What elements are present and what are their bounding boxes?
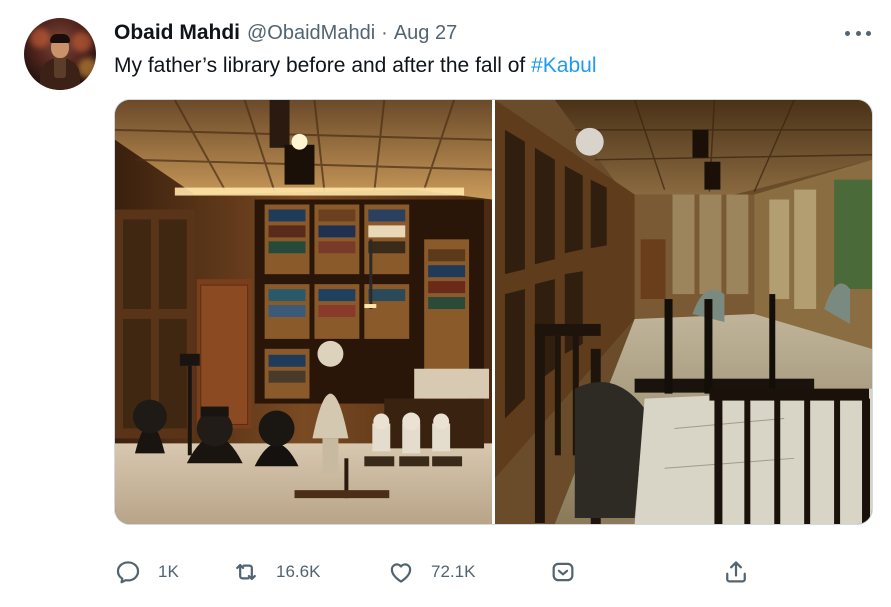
tweet-actions: 1K 16.6K 72.1K [114,552,764,592]
reply-icon [116,561,140,584]
tweet-text: My father’s library before and after the… [114,54,597,78]
retweet-icon [236,563,256,581]
reply-count: 1K [158,562,179,581]
retweet-count: 16.6K [276,562,321,581]
tip-button[interactable] [549,552,577,592]
photo-library-after[interactable] [495,100,872,524]
separator-dot: · [381,22,388,44]
like-count: 72.1K [431,562,476,581]
photo-library-before[interactable] [115,100,492,524]
author-handle[interactable]: @ObaidMahdi [247,22,375,45]
hashtag-link[interactable]: #Kabul [531,54,596,77]
tweet-text-body: My father’s library before and after the… [114,54,532,77]
like-button[interactable]: 72.1K [387,552,475,592]
tip-icon [552,562,574,582]
retweet-button[interactable]: 16.6K [232,552,320,592]
author-name[interactable]: Obaid Mahdi [114,21,240,45]
like-icon [390,563,412,583]
avatar[interactable] [24,18,96,90]
tweet-header: Obaid Mahdi @ObaidMahdi · Aug 27 [114,21,457,47]
tweet-date[interactable]: Aug 27 [394,22,457,45]
media-grid [114,99,873,525]
more-icon[interactable] [845,26,871,40]
share-icon [726,561,746,583]
reply-button[interactable]: 1K [114,552,179,592]
share-button[interactable] [722,552,750,592]
